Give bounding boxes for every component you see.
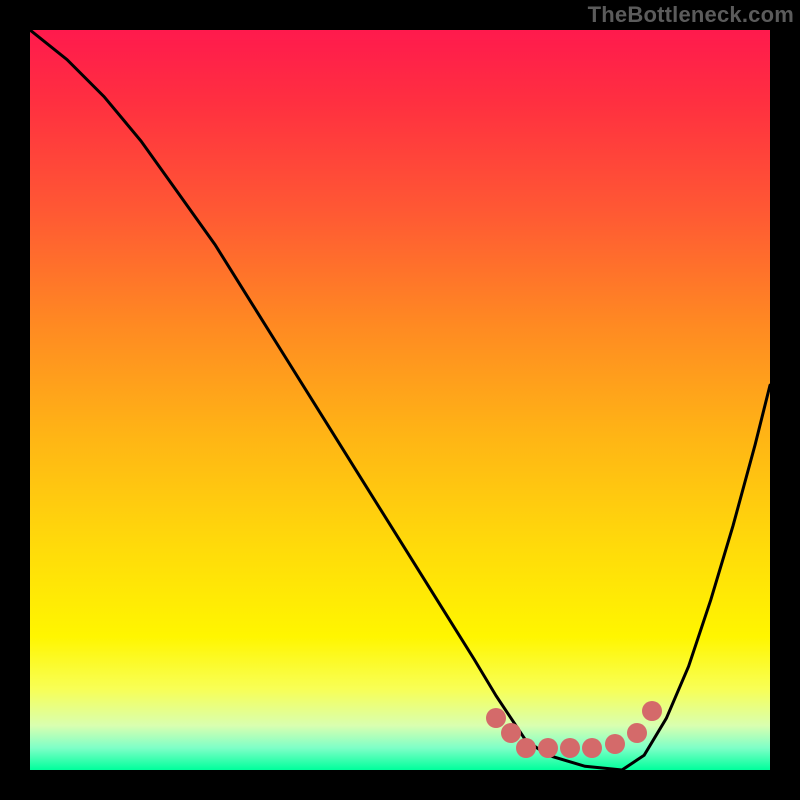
right-start-marker — [642, 701, 662, 721]
right-bottom-marker — [627, 723, 647, 743]
left-curve — [30, 30, 622, 770]
flat-marker-1 — [516, 738, 536, 758]
flat-marker-4 — [582, 738, 602, 758]
flat-marker-3 — [560, 738, 580, 758]
chart-frame: TheBottleneck.com — [0, 0, 800, 800]
curve-layer — [30, 30, 770, 770]
flat-marker-2 — [538, 738, 558, 758]
plot-area — [30, 30, 770, 770]
flat-end-marker — [605, 734, 625, 754]
watermark-text: TheBottleneck.com — [588, 2, 794, 28]
